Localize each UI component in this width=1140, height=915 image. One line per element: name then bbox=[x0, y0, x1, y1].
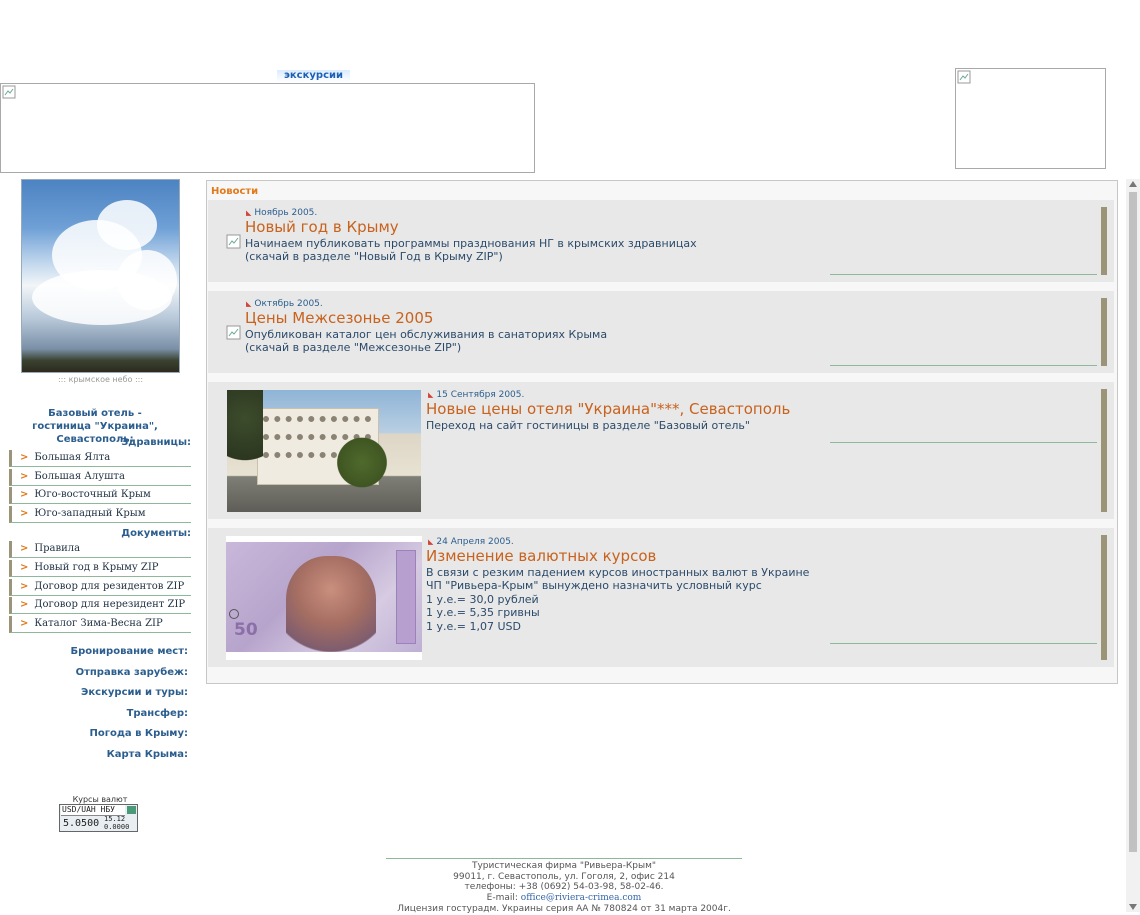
item-separator-line bbox=[830, 442, 1097, 443]
arrow-icon: > bbox=[20, 581, 29, 592]
header-banner-image[interactable] bbox=[0, 83, 535, 173]
footer-address: 99011, г. Севастополь, ул. Гоголя, 2, оф… bbox=[453, 871, 675, 882]
arrow-icon: > bbox=[20, 489, 29, 500]
arrow-icon: > bbox=[20, 452, 29, 463]
menu-item-rules[interactable]: > Правила bbox=[9, 541, 191, 558]
rates-flag-icon bbox=[127, 806, 136, 814]
arrow-icon: > bbox=[20, 618, 29, 629]
item-divider-bar bbox=[1101, 207, 1107, 275]
broken-image-icon bbox=[957, 70, 971, 84]
footer-divider bbox=[386, 858, 742, 859]
footer-phones: телефоны: +38 (0692) 54-03-98, 58-02-46. bbox=[464, 882, 664, 893]
hryvnia-banknote-image[interactable]: 50 bbox=[226, 536, 422, 660]
menu-item-bolshaya-yalta[interactable]: > Большая Ялта bbox=[9, 450, 191, 467]
news-text-line: 1 у.е.= 5,35 гривны bbox=[426, 606, 540, 619]
menu-item-bolshaya-alushta[interactable]: > Большая Алушта bbox=[9, 469, 191, 486]
abroad-link[interactable]: Отправка зарубеж: bbox=[20, 667, 188, 678]
news-text-line: ЧП "Ривьера-Крым" вынуждено назначить ус… bbox=[426, 579, 762, 592]
marker-icon: ◣ bbox=[246, 300, 252, 308]
documents-heading: Документы: bbox=[121, 528, 191, 539]
scroll-down-icon[interactable] bbox=[1129, 904, 1137, 910]
news-text-line: Переход на сайт гостиницы в разделе "Баз… bbox=[426, 419, 750, 432]
weather-link[interactable]: Погода в Крыму: bbox=[20, 728, 188, 739]
arrow-icon: > bbox=[20, 599, 29, 610]
footer-email-label: E-mail: bbox=[486, 893, 518, 904]
banknote-denomination: 50 bbox=[234, 620, 258, 640]
news-text-line: (скачай в разделе "Новый Год в Крыму ZIP… bbox=[245, 250, 503, 263]
footer-company: Туристическая фирма "Ривьера-Крым" bbox=[471, 861, 657, 871]
menu-item-winter-spring-catalog-zip[interactable]: > Каталог Зима-Весна ZIP bbox=[9, 616, 191, 633]
news-date: ◣ Ноябрь 2005. bbox=[246, 208, 318, 218]
news-headline[interactable]: Изменение валютных курсов bbox=[426, 547, 656, 565]
footer: Туристическая фирма "Ривьера-Крым" 99011… bbox=[386, 861, 742, 915]
header-side-image[interactable] bbox=[955, 68, 1106, 169]
news-text-line: 1 у.е.= 30,0 рублей bbox=[426, 593, 539, 606]
currency-rates-title: Курсы валют bbox=[72, 795, 128, 804]
vertical-scrollbar[interactable] bbox=[1126, 179, 1140, 912]
arrow-icon: > bbox=[20, 562, 29, 573]
health-resorts-heading: Здравницы: bbox=[121, 437, 191, 448]
scrollbar-thumb[interactable] bbox=[1129, 192, 1137, 852]
news-date: ◣ Октябрь 2005. bbox=[246, 299, 323, 309]
footer-email-row: E-mail: office@riviera-crimea.com bbox=[386, 893, 742, 904]
footer-license: Лицензия гостурадм. Украины серия АА № 7… bbox=[397, 903, 731, 914]
arrow-icon: > bbox=[20, 543, 29, 554]
news-text-line: Опубликован каталог цен обслуживания в с… bbox=[245, 328, 608, 341]
broken-image-icon bbox=[2, 85, 16, 99]
arrow-icon: > bbox=[20, 508, 29, 519]
menu-item-label: Договор для резидентов ZIP bbox=[34, 581, 185, 592]
broken-image-icon bbox=[226, 234, 241, 249]
broken-image-icon bbox=[226, 325, 241, 340]
menu-item-southwest-crimea[interactable]: > Юго-западный Крым bbox=[9, 506, 191, 523]
item-divider-bar bbox=[1101, 535, 1107, 660]
menu-item-label: Договор для нерезидент ZIP bbox=[34, 599, 186, 610]
item-separator-line bbox=[830, 274, 1097, 275]
excursions-logo[interactable]: экскурсии bbox=[277, 70, 350, 82]
marker-icon: ◣ bbox=[246, 209, 252, 217]
item-divider-bar bbox=[1101, 389, 1107, 512]
marker-icon: ◣ bbox=[428, 391, 434, 399]
menu-item-southeast-crimea[interactable]: > Юго-восточный Крым bbox=[9, 487, 191, 504]
booking-link[interactable]: Бронирование мест: bbox=[20, 646, 188, 657]
news-headline[interactable]: Цены Межсезонье 2005 bbox=[245, 309, 433, 327]
menu-item-label: Юго-восточный Крым bbox=[34, 489, 151, 500]
news-text-line: Начинаем публиковать программы празднова… bbox=[245, 237, 697, 250]
news-title: Новости bbox=[211, 186, 259, 197]
news-headline[interactable]: Новые цены отеля "Украина"***, Севастопо… bbox=[426, 400, 790, 418]
arrow-icon: > bbox=[20, 471, 29, 482]
menu-item-label: Каталог Зима-Весна ZIP bbox=[34, 618, 163, 629]
menu-item-label: Юго-западный Крым bbox=[34, 508, 146, 519]
menu-item-label: Большая Алушта bbox=[34, 471, 125, 482]
transfer-link[interactable]: Трансфер: bbox=[20, 708, 188, 719]
menu-item-label: Правила bbox=[34, 543, 81, 554]
news-date: ◣ 24 Апреля 2005. bbox=[428, 537, 514, 547]
footer-email-link[interactable]: office@riviera-crimea.com bbox=[521, 893, 642, 903]
menu-item-new-year-zip[interactable]: > Новый год в Крыму ZIP bbox=[9, 560, 191, 577]
menu-item-label: Новый год в Крыму ZIP bbox=[34, 562, 159, 573]
marker-icon: ◣ bbox=[428, 538, 434, 546]
item-separator-line bbox=[830, 643, 1097, 644]
item-separator-line bbox=[830, 365, 1097, 366]
hotel-ukraina-photo[interactable] bbox=[227, 390, 421, 512]
news-text-line: (скачай в разделе "Межсезонье ZIP") bbox=[245, 341, 462, 354]
menu-item-nonresident-contract-zip[interactable]: > Договор для нерезидент ZIP bbox=[9, 597, 191, 614]
news-text-line: В связи с резким падением курсов иностра… bbox=[426, 566, 810, 579]
news-date: ◣ 15 Сентября 2005. bbox=[428, 390, 525, 400]
menu-item-label: Большая Ялта bbox=[34, 452, 111, 463]
news-headline[interactable]: Новый год в Крыму bbox=[245, 218, 399, 236]
rates-value: 5.0500 bbox=[63, 818, 100, 829]
scroll-up-icon[interactable] bbox=[1129, 181, 1137, 187]
menu-item-resident-contract-zip[interactable]: > Договор для резидентов ZIP bbox=[9, 579, 191, 596]
news-text-line: 1 у.е.= 1,07 USD bbox=[426, 620, 521, 633]
rates-aux1: 15.12 bbox=[104, 815, 126, 823]
crimean-sky-photo bbox=[21, 179, 180, 373]
crimea-map-link[interactable]: Карта Крыма: bbox=[20, 749, 188, 760]
excursions-tours-link[interactable]: Экскурсии и туры: bbox=[20, 687, 188, 698]
photo-caption: ::: крымское небо ::: bbox=[57, 375, 144, 384]
currency-rates-widget[interactable]: USD/UAH НБУ 5.0500 15.12 0.0000 bbox=[59, 804, 138, 832]
rates-aux2: 0.0000 bbox=[104, 823, 130, 831]
item-divider-bar bbox=[1101, 298, 1107, 366]
